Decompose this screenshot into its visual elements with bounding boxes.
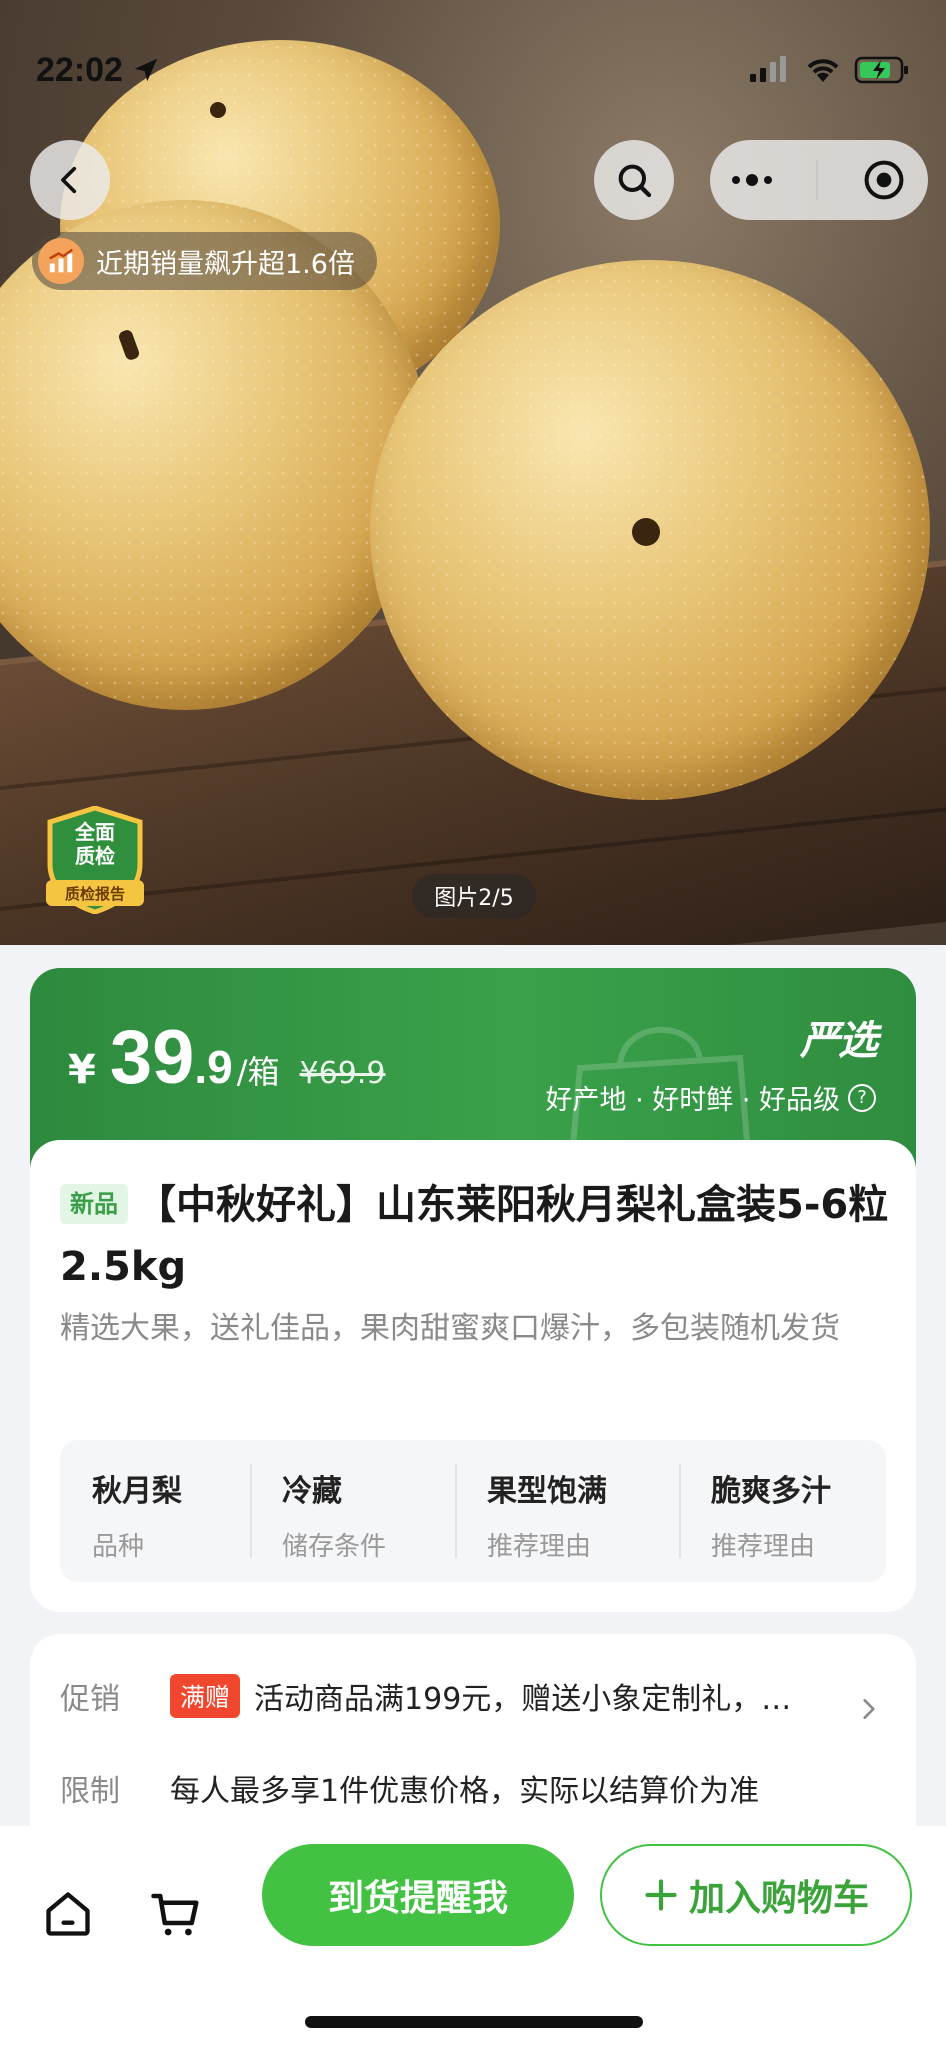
search-button[interactable] (594, 140, 674, 220)
product-title-block: 新品 【中秋好礼】山东莱阳秋月梨礼盒装5-6粒2.5kg (60, 1174, 896, 1298)
original-price: ¥69.9 (299, 1056, 386, 1091)
image-counter: 图片2/5 (412, 874, 536, 918)
quality-check-badge[interactable]: 全面 质检 质检报告 (44, 805, 146, 915)
add-to-cart-label: 加入购物车 (688, 1878, 869, 1919)
product-image-gallery[interactable]: 22:02 近期销量飙升超1.6倍 全面 质检 质检报告 图片2/5 (0, 0, 946, 945)
product-attributes[interactable]: 秋月梨 品种 冷藏 储存条件 果型饱满 推荐理由 脆爽多汁 推荐理由 (60, 1440, 886, 1582)
price-decimal: .9 (194, 1041, 233, 1093)
more-dots-icon[interactable] (732, 174, 772, 186)
cart-icon (151, 1893, 199, 1936)
add-to-cart-button[interactable]: 加入购物车 (600, 1844, 912, 1946)
cart-button[interactable] (148, 1886, 204, 1942)
chevron-left-icon (61, 166, 77, 194)
wifi-icon (807, 59, 839, 82)
help-circle-icon[interactable]: ? (848, 1083, 876, 1112)
attribute-reason-2: 脆爽多汁 推荐理由 (679, 1440, 884, 1582)
pear-front (370, 260, 930, 800)
promotion-label: 促销 (60, 1682, 120, 1717)
back-button[interactable] (30, 140, 110, 220)
capsule-divider (816, 160, 818, 200)
quality-tagline[interactable]: 好产地 · 好时鲜 · 好品级 ? (545, 1078, 876, 1117)
limit-text: 每人最多享1件优惠价格，实际以结算价为准 (170, 1774, 760, 1809)
qc-line2: 质检 (75, 844, 115, 868)
limit-label: 限制 (60, 1774, 120, 1809)
attribute-reason-1: 果型饱满 推荐理由 (455, 1440, 679, 1582)
promotion-row[interactable]: 促销 满赠 活动商品满199元，赠送小象定制礼，… (60, 1674, 791, 1718)
product-subtitle: 精选大果，送礼佳品，果肉甜蜜爽口爆汁，多包装随机发货 (60, 1311, 840, 1346)
status-time: 22:02 (36, 50, 123, 89)
product-info-card: 新品 【中秋好礼】山东莱阳秋月梨礼盒装5-6粒2.5kg 精选大果，送礼佳品，果肉… (30, 1140, 916, 1612)
close-miniprogram-icon[interactable] (862, 158, 906, 202)
battery-charging-icon (854, 56, 908, 84)
price-row: ¥ 39 .9 /箱 ¥69.9 (68, 1014, 385, 1101)
capsule-menu[interactable] (710, 140, 928, 220)
qc-line1: 全面 (75, 820, 115, 844)
signal-icon (750, 56, 786, 82)
arrival-reminder-button[interactable]: 到货提醒我 (262, 1844, 574, 1946)
home-icon (46, 1892, 90, 1936)
status-bar: 22:02 (36, 46, 910, 94)
sales-trend-badge: 近期销量飙升超1.6倍 (32, 232, 377, 290)
new-product-tag: 新品 (60, 1184, 128, 1224)
search-icon (618, 164, 652, 198)
chevron-right-icon[interactable] (856, 1696, 882, 1722)
trend-chart-icon (38, 238, 84, 284)
plus-icon (645, 1879, 677, 1911)
location-arrow-icon (134, 58, 158, 82)
promotion-card[interactable]: 促销 满赠 活动商品满199元，赠送小象定制礼，… 限制 每人最多享1件优惠价格… (30, 1634, 916, 1834)
home-button[interactable] (40, 1886, 96, 1942)
promotion-text: 活动商品满199元，赠送小象定制礼，… (254, 1682, 792, 1717)
attribute-storage: 冷藏 储存条件 (250, 1440, 455, 1582)
sales-trend-text: 近期销量飙升超1.6倍 (96, 248, 355, 280)
home-indicator (305, 2016, 643, 2028)
price-integer: 39 (109, 1015, 195, 1100)
qc-report-label: 质检报告 (64, 885, 125, 903)
limit-row: 限制 每人最多享1件优惠价格，实际以结算价为准 (60, 1766, 759, 1810)
bottom-action-bar: 到货提醒我 加入购物车 (0, 1826, 946, 2048)
price-unit: /箱 (236, 1053, 280, 1091)
tagline-text: 好产地 · 好时鲜 · 好品级 (545, 1085, 841, 1116)
price-currency: ¥ (68, 1047, 96, 1093)
yanxuan-logo: 严选 (800, 1018, 878, 1064)
gift-tag: 满赠 (170, 1674, 241, 1718)
attribute-variety: 秋月梨 品种 (92, 1474, 182, 1562)
product-title: 【中秋好礼】山东莱阳秋月梨礼盒装5-6粒2.5kg (60, 1182, 889, 1290)
